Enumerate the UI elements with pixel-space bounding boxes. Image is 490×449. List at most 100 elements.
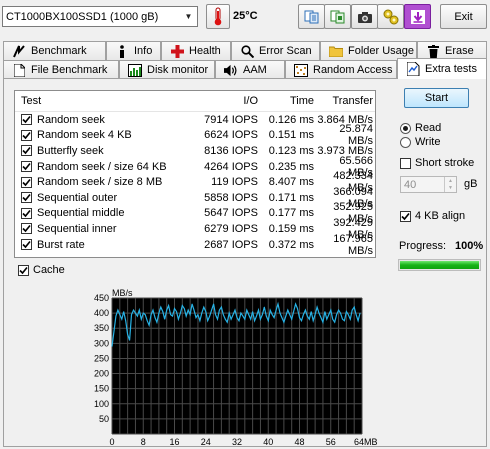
chart-data-point: [193, 309, 195, 311]
y-tick-label: 450: [94, 293, 109, 303]
start-button[interactable]: Start: [404, 88, 469, 108]
options-icon: [383, 9, 398, 24]
checkmark-icon: [401, 212, 410, 220]
chart-data-point: [142, 312, 144, 314]
options-button[interactable]: [377, 4, 404, 29]
chart-data-point: [203, 306, 205, 308]
test-cell: Sequential middle: [15, 207, 202, 219]
chart-data-point: [129, 339, 130, 341]
test-checkbox[interactable]: [21, 114, 32, 126]
copy-info-button[interactable]: [324, 4, 351, 29]
screenshot-button[interactable]: [351, 4, 378, 29]
tab-extra-tests[interactable]: Extra tests: [397, 58, 487, 79]
tab-health[interactable]: Health: [161, 41, 231, 60]
read-radio[interactable]: Read: [400, 122, 441, 134]
tab-file-benchmark[interactable]: File Benchmark: [3, 60, 119, 79]
checkmark-icon: [22, 225, 31, 233]
chart-data-point: [267, 320, 269, 322]
chart-data-point: [189, 314, 191, 316]
tab-label: Folder Usage: [348, 45, 415, 57]
chart-data-point: [303, 314, 304, 316]
copy-text-button[interactable]: [298, 4, 325, 29]
x-tick-label: 48: [294, 437, 304, 446]
checkmark-icon: [22, 116, 31, 124]
chevron-down-icon[interactable]: ▼: [180, 7, 197, 26]
tab-error-scan[interactable]: Error Scan: [231, 41, 320, 60]
chart-data-point: [250, 318, 252, 320]
tab-aam[interactable]: AAM: [215, 60, 285, 79]
exit-button[interactable]: Exit: [440, 4, 487, 29]
tab-benchmark[interactable]: Benchmark: [3, 41, 106, 60]
column-header-transfer[interactable]: Transfer: [314, 95, 373, 107]
short-stroke-label: Short stroke: [415, 157, 475, 169]
align-checkbox[interactable]: 4 KB align: [400, 210, 465, 222]
align-check-box[interactable]: [400, 210, 411, 222]
y-tick-label: 100: [94, 399, 109, 409]
test-checkbox[interactable]: [21, 192, 32, 204]
download-button[interactable]: [404, 4, 431, 29]
spinner-arrows-icon[interactable]: ▲ ▼: [444, 177, 456, 192]
chart-data-point: [283, 321, 285, 323]
column-header-time[interactable]: Time: [258, 95, 314, 107]
chart-data-point: [260, 318, 261, 320]
test-checkbox[interactable]: [21, 223, 32, 235]
chart-data-point: [181, 305, 183, 306]
x-tick-label: 56: [326, 437, 336, 446]
time-cell: 0.372 ms: [268, 238, 314, 251]
test-checkbox[interactable]: [21, 239, 32, 251]
column-header-test[interactable]: Test: [15, 95, 202, 107]
write-radio-circle[interactable]: [400, 136, 411, 148]
chart-data-point: [187, 309, 189, 311]
cache-check-box[interactable]: [18, 264, 29, 276]
table-row[interactable]: Random seek 4 KB 6624 IOPS 0.151 ms 25.874 …: [15, 123, 375, 147]
progress-value: 100%: [455, 240, 484, 252]
table-row[interactable]: Burst rate 2687 IOPS 0.372 ms 167.965 MB/s: [15, 233, 375, 257]
chart-data-point: [342, 318, 343, 320]
time-cell: 0.126 ms: [268, 113, 314, 126]
io-cell: 119 IOPS: [211, 176, 258, 189]
drive-select[interactable]: CT1000BX100SSD1 (1000 gB) ▼: [2, 6, 198, 27]
tab-random-access[interactable]: Random Access: [285, 60, 397, 79]
read-radio-circle[interactable]: [400, 122, 411, 134]
short-stroke-check-box[interactable]: [400, 157, 411, 169]
chart-data-point: [191, 303, 193, 305]
test-checkbox[interactable]: [21, 145, 32, 157]
align-label: 4 KB align: [415, 210, 466, 222]
chart-data-point: [197, 314, 199, 316]
chart-data-point: [172, 315, 173, 317]
short-stroke-value: 40: [404, 178, 417, 191]
chart-data-point: [310, 311, 312, 312]
test-checkbox[interactable]: [21, 207, 32, 219]
chart-data-point: [261, 314, 263, 316]
test-checkbox[interactable]: [21, 161, 32, 173]
cache-checkbox[interactable]: Cache: [18, 264, 65, 276]
time-cell: 8.407 ms: [268, 176, 314, 189]
write-radio[interactable]: Write: [400, 136, 440, 148]
tab-info[interactable]: Info: [106, 41, 161, 60]
cache-label: Cache: [33, 264, 65, 276]
chart-data-point: [224, 318, 226, 320]
chart-data-point: [183, 308, 185, 309]
chart-data-point: [328, 314, 330, 316]
chart-data-point: [338, 309, 339, 311]
chart-data-point: [326, 318, 328, 320]
test-checkbox[interactable]: [21, 176, 32, 188]
x-tick-label: 32: [232, 437, 242, 446]
speaker-icon: [224, 63, 238, 77]
column-header-io[interactable]: I/O: [202, 95, 258, 107]
short-stroke-checkbox[interactable]: Short stroke: [400, 157, 474, 169]
chart-data-point: [320, 317, 322, 319]
tab-label: Error Scan: [259, 45, 312, 57]
test-name: Sequential outer: [37, 191, 118, 204]
chart-data-point: [131, 314, 132, 316]
chart-data-point: [345, 311, 347, 312]
results-table: Test I/O Time Transfer Random seek 7914 I…: [14, 90, 376, 258]
transfer-cell: 25.874 MB/s: [339, 123, 373, 148]
tab-disk-monitor[interactable]: Disk monitor: [119, 60, 215, 79]
tab-label: Disk monitor: [147, 64, 209, 76]
chart-data-point: [351, 309, 353, 311]
y-tick-label: 400: [94, 308, 109, 318]
short-stroke-spinner[interactable]: 40 ▲ ▼: [400, 176, 457, 193]
test-checkbox[interactable]: [21, 129, 32, 141]
chart-data-point: [119, 314, 121, 316]
